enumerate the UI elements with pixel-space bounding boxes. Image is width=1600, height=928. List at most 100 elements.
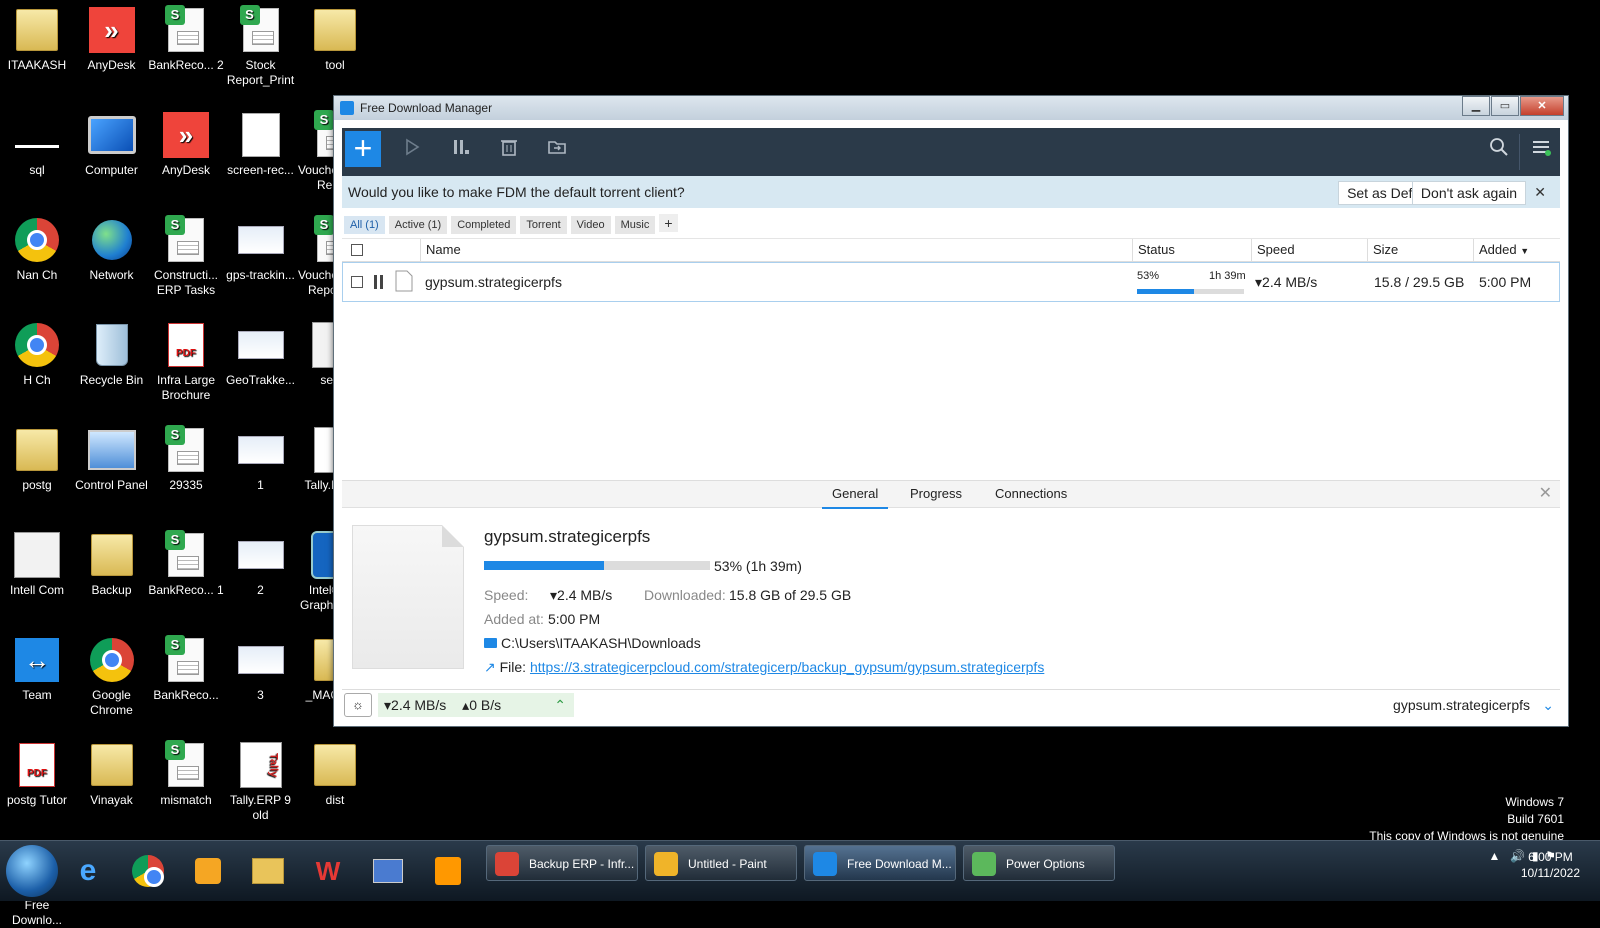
close-details-icon[interactable]: ✕ [1539, 483, 1552, 503]
add-download-button[interactable]: + [345, 131, 381, 167]
chevron-down-icon[interactable]: ⌄ [1542, 690, 1554, 720]
trash-icon[interactable] [494, 136, 524, 166]
status-current-file[interactable]: gypsum.strategicerpfs [1393, 690, 1530, 720]
column-added[interactable]: Added ▼ [1473, 239, 1553, 261]
desktop-icon[interactable]: Constructi... ERP Tasks [148, 215, 224, 298]
media-player-icon[interactable] [186, 849, 230, 893]
filter-chip[interactable]: All (1) [344, 216, 385, 234]
table-row[interactable]: gypsum.strategicerpfs 53% 1h 39m ▾2.4 MB… [342, 262, 1560, 302]
close-notice-icon[interactable]: ✕ [1534, 176, 1546, 208]
clock[interactable]: 6:00 PM 10/11/2022 [1521, 849, 1580, 881]
spreadsheet-icon [237, 5, 285, 54]
explorer-icon[interactable] [246, 849, 290, 893]
spreadsheet-icon [162, 530, 210, 579]
tab-progress[interactable]: Progress [900, 481, 972, 507]
add-filter-button[interactable]: + [659, 214, 678, 232]
desktop-icon[interactable]: mismatch [148, 740, 224, 808]
internet-explorer-icon[interactable]: e [66, 849, 110, 893]
spreadsheet-icon [162, 215, 210, 264]
desktop-icon[interactable]: postg [0, 426, 75, 493]
desktop-icon[interactable]: PDF postg Tutor [0, 741, 75, 808]
taskbar-button[interactable]: Power Options [963, 845, 1115, 881]
minimize-button[interactable]: ▁ [1462, 96, 1490, 116]
desktop-icon[interactable]: Google Chrome [74, 636, 150, 718]
desktop-icon[interactable]: GeoTrakke... [223, 321, 299, 388]
desktop-icon[interactable]: » AnyDesk [148, 111, 224, 178]
desktop-icon[interactable]: dist [297, 741, 373, 808]
taskbar-button[interactable]: Backup ERP - Infr... [486, 845, 638, 881]
desktop-icon[interactable]: Recycle Bin [74, 321, 150, 388]
filter-chip[interactable]: Torrent [520, 216, 567, 234]
column-size[interactable]: Size [1367, 239, 1473, 261]
start-button[interactable] [6, 845, 58, 897]
desktop-icon[interactable]: sql [0, 111, 75, 178]
speed-indicator[interactable]: ▾2.4 MB/s ▴0 B/s ⌃ [378, 693, 574, 717]
desktop-icon[interactable]: Nan Ch [0, 216, 75, 283]
desktop-icon[interactable]: H Ch [0, 321, 75, 388]
desktop-icon[interactable]: Stock Report_Print [223, 5, 299, 88]
row-checkbox[interactable] [351, 276, 363, 288]
pause-icon[interactable] [446, 136, 476, 166]
desktop-icon[interactable]: Backup [74, 531, 150, 598]
default-client-notice: Would you like to make FDM the default t… [342, 176, 1560, 208]
desktop-icon-label: Intell Com [9, 583, 65, 597]
downloaded-label: Downloaded: [644, 587, 726, 603]
desktop-icon[interactable]: tool [297, 6, 373, 73]
fdm-app-icon [340, 101, 354, 115]
desktop-icon[interactable]: BankReco... 2 [148, 5, 224, 73]
desktop-icon-label: Constructi... ERP Tasks [153, 268, 219, 297]
app-icon [495, 852, 519, 876]
filter-chip[interactable]: Music [614, 216, 656, 234]
filter-chip[interactable]: Active (1) [388, 216, 448, 234]
row-pause-icon[interactable] [372, 263, 386, 315]
desktop-icon[interactable]: ITAAKASH [0, 6, 75, 73]
filter-chip[interactable]: Video [570, 216, 611, 234]
column-speed[interactable]: Speed [1251, 239, 1367, 261]
filter-chip[interactable]: Completed [451, 216, 517, 234]
desktop-icon[interactable]: BankReco... 1 [148, 530, 224, 598]
desktop-icon[interactable]: 29335 [148, 425, 224, 493]
desktop-icon[interactable]: PDF Infra Large Brochure [148, 321, 224, 403]
column-name[interactable]: Name [420, 239, 1133, 261]
desktop-icon[interactable]: Vinayak [74, 741, 150, 808]
details-progress-fill [484, 561, 604, 570]
desktop-icon[interactable]: gps-trackin... [223, 216, 299, 283]
desktop-icon-label: Free Downlo... [11, 898, 63, 927]
dont-ask-again-button[interactable]: Don't ask again [1411, 181, 1526, 205]
chrome-pinned-icon[interactable] [126, 849, 170, 893]
desktop-icon[interactable]: Control Panel [74, 426, 150, 493]
play-icon[interactable] [398, 136, 428, 166]
window-titlebar[interactable]: Free Download Manager ▁ ▭ ✕ [334, 96, 1568, 120]
desktop-icon[interactable]: Tally Tally.ERP 9 old [223, 741, 299, 823]
maximize-button[interactable]: ▭ [1491, 96, 1519, 116]
desktop-icon[interactable]: screen-rec... [223, 111, 299, 178]
file-url-link[interactable]: https://3.strategicerpcloud.com/strategi… [530, 659, 1044, 675]
taskbar-button[interactable]: Free Download M... [804, 845, 956, 881]
wps-icon[interactable]: W [306, 849, 350, 893]
desktop-icon[interactable]: Network [74, 216, 150, 283]
sort-chevron-icon: ▼ [1520, 246, 1530, 256]
move-folder-icon[interactable] [542, 136, 572, 166]
select-all-checkbox[interactable] [351, 244, 363, 256]
close-button[interactable]: ✕ [1520, 96, 1564, 116]
desktop-icon-label: ITAAKASH [7, 58, 67, 72]
desktop-icon[interactable]: 1 [223, 426, 299, 493]
taskbar-button[interactable]: Untitled - Paint [645, 845, 797, 881]
desktop-icon[interactable]: ↔ Team [0, 636, 75, 703]
tab-general[interactable]: General [822, 481, 889, 509]
desktop-icon[interactable]: BankReco... [148, 635, 224, 703]
folder-path[interactable]: C:\Users\ITAAKASH\Downloads [484, 635, 701, 651]
desktop-icon[interactable]: Computer [74, 111, 150, 178]
tab-connections[interactable]: Connections [985, 481, 1077, 507]
desktop-icon[interactable]: » AnyDesk [74, 6, 150, 73]
desktop-icon[interactable]: 2 [223, 531, 299, 598]
search-icon[interactable] [1484, 136, 1514, 166]
desktop-icon[interactable]: Intell Com [0, 531, 75, 598]
snail-mode-icon[interactable]: ☼ [344, 693, 372, 717]
desktop-icon[interactable]: 3 [223, 636, 299, 703]
tally-icon: Tally [237, 741, 285, 789]
network-tool-icon[interactable] [366, 849, 410, 893]
teamviewer-icon: ↔ [13, 636, 61, 684]
sublime-icon[interactable] [426, 849, 470, 893]
menu-icon[interactable] [1526, 136, 1556, 166]
